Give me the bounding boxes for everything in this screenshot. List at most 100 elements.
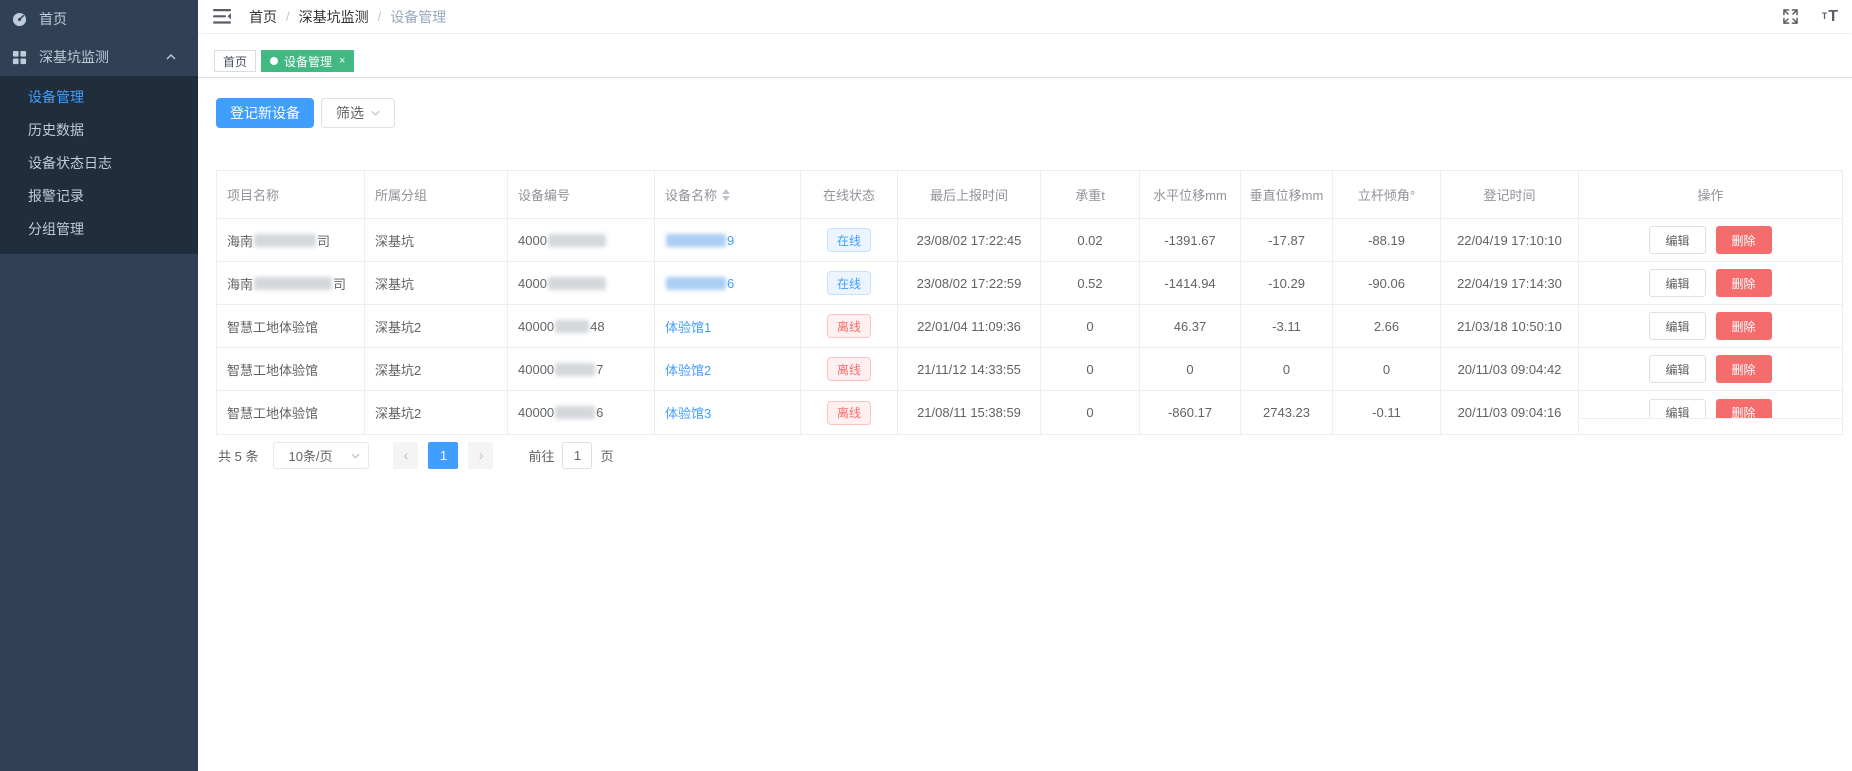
h_disp-cell[interactable]: -1391.67: [1140, 219, 1241, 262]
reg_time-cell[interactable]: 21/03/18 10:50:10: [1441, 305, 1579, 348]
pagination-total: 共 5 条: [218, 446, 258, 465]
device_name-cell[interactable]: 体验馆3: [655, 391, 801, 434]
h_disp-cell[interactable]: -1414.94: [1140, 262, 1241, 305]
sidebar-subitem[interactable]: 设备状态日志: [0, 147, 198, 180]
page-size-select[interactable]: 10条/页: [273, 442, 369, 469]
redacted-text: [548, 277, 606, 290]
group-cell[interactable]: 深基坑2: [365, 348, 508, 391]
status-cell: 离线: [801, 391, 898, 434]
v_disp-cell[interactable]: -3.11: [1241, 305, 1333, 348]
chevron-up-icon: [166, 54, 176, 60]
weight-cell[interactable]: 0.52: [1041, 262, 1140, 305]
register-device-button[interactable]: 登记新设备: [216, 98, 314, 128]
delete-button[interactable]: 删除: [1716, 226, 1772, 254]
device_no-cell: 400007: [508, 348, 655, 391]
filter-button[interactable]: 筛选: [321, 98, 395, 128]
last_report-cell[interactable]: 23/08/02 17:22:45: [898, 219, 1041, 262]
breadcrumb-pit-monitoring[interactable]: 深基坑监测: [299, 7, 369, 27]
last_report-cell[interactable]: 21/08/11 15:38:59: [898, 391, 1041, 434]
table-row: 海南司深基坑40006在线23/08/02 17:22:590.52-1414.…: [217, 262, 1842, 305]
weight-cell[interactable]: 0: [1041, 305, 1140, 348]
tilt-cell[interactable]: 2.66: [1333, 305, 1441, 348]
group-cell[interactable]: 深基坑: [365, 262, 508, 305]
h_disp-cell[interactable]: -860.17: [1140, 391, 1241, 434]
device_no-cell: 4000048: [508, 305, 655, 348]
tab-home[interactable]: 首页: [214, 50, 256, 72]
v_disp-cell[interactable]: -10.29: [1241, 262, 1333, 305]
weight-cell[interactable]: 0: [1041, 391, 1140, 434]
next-page-button[interactable]: ›: [468, 442, 493, 469]
chevron-down-icon: [351, 453, 360, 459]
table-scrollbar-gap: [1579, 418, 1842, 434]
breadcrumb: 首页 / 深基坑监测 / 设备管理: [249, 7, 446, 27]
tilt-cell[interactable]: -90.06: [1333, 262, 1441, 305]
sort-carets-icon[interactable]: [722, 189, 730, 201]
group-cell[interactable]: 深基坑2: [365, 305, 508, 348]
status-badge: 离线: [827, 401, 871, 425]
breadcrumb-current: 设备管理: [390, 7, 446, 27]
status-cell: 在线: [801, 262, 898, 305]
weight-cell[interactable]: 0.02: [1041, 219, 1140, 262]
delete-button[interactable]: 删除: [1716, 355, 1772, 383]
edit-button[interactable]: 编辑: [1649, 355, 1705, 383]
status-badge: 在线: [827, 228, 871, 252]
page-number-active[interactable]: 1: [428, 442, 458, 469]
sidebar-subitem[interactable]: 设备管理: [0, 81, 198, 114]
sidebar-item-pit-monitoring[interactable]: 深基坑监测: [0, 38, 198, 76]
redacted-text: [666, 277, 726, 290]
last_report-cell[interactable]: 23/08/02 17:22:59: [898, 262, 1041, 305]
table-row: 智慧工地体验馆深基坑24000048体验馆1离线22/01/04 11:09:3…: [217, 305, 1842, 348]
goto-unit-label: 页: [600, 446, 613, 465]
last_report-cell[interactable]: 21/11/12 14:33:55: [898, 348, 1041, 391]
sidebar-subitem[interactable]: 历史数据: [0, 114, 198, 147]
column-header[interactable]: 设备名称: [655, 171, 801, 219]
fullscreen-icon[interactable]: [1783, 9, 1798, 24]
delete-button[interactable]: 删除: [1716, 312, 1772, 340]
group-cell[interactable]: 深基坑: [365, 219, 508, 262]
reg_time-cell[interactable]: 22/04/19 17:10:10: [1441, 219, 1579, 262]
reg_time-cell[interactable]: 22/04/19 17:14:30: [1441, 262, 1579, 305]
weight-cell[interactable]: 0: [1041, 348, 1140, 391]
navbar-actions: TT: [1783, 9, 1839, 25]
h_disp-cell[interactable]: 0: [1140, 348, 1241, 391]
table-row: 智慧工地体验馆深基坑2400007体验馆2离线21/11/12 14:33:55…: [217, 348, 1842, 391]
device_name-cell[interactable]: 体验馆2: [655, 348, 801, 391]
edit-button[interactable]: 编辑: [1649, 269, 1705, 297]
group-cell[interactable]: 深基坑2: [365, 391, 508, 434]
font-size-icon[interactable]: TT: [1822, 9, 1839, 25]
page-size-value: 10条/页: [288, 446, 332, 465]
v_disp-cell[interactable]: 2743.23: [1241, 391, 1333, 434]
edit-button[interactable]: 编辑: [1649, 226, 1705, 254]
close-icon[interactable]: ×: [339, 56, 345, 67]
sidebar-subitem[interactable]: 分组管理: [0, 213, 198, 246]
goto-page-input[interactable]: [562, 442, 592, 469]
device_name-cell[interactable]: 6: [655, 262, 801, 305]
h_disp-cell[interactable]: 46.37: [1140, 305, 1241, 348]
sidebar-item-home[interactable]: 首页: [0, 0, 198, 38]
reg_time-cell[interactable]: 20/11/03 09:04:42: [1441, 348, 1579, 391]
hamburger-icon[interactable]: [213, 9, 233, 25]
device_name-cell[interactable]: 体验馆1: [655, 305, 801, 348]
edit-button[interactable]: 编辑: [1649, 312, 1705, 340]
tab-device-management[interactable]: 设备管理 ×: [261, 50, 354, 72]
device_no-cell: 400006: [508, 391, 655, 434]
v_disp-cell[interactable]: -17.87: [1241, 219, 1333, 262]
project-cell[interactable]: 智慧工地体验馆: [217, 348, 365, 391]
tilt-cell[interactable]: -88.19: [1333, 219, 1441, 262]
reg_time-cell[interactable]: 20/11/03 09:04:16: [1441, 391, 1579, 434]
device_name-cell[interactable]: 9: [655, 219, 801, 262]
tab-label: 首页: [223, 53, 247, 70]
tilt-cell[interactable]: 0: [1333, 348, 1441, 391]
breadcrumb-separator: /: [378, 9, 382, 24]
last_report-cell[interactable]: 22/01/04 11:09:36: [898, 305, 1041, 348]
breadcrumb-home[interactable]: 首页: [249, 7, 277, 27]
prev-page-button[interactable]: ‹: [393, 442, 418, 469]
dashboard-icon: [11, 11, 27, 27]
v_disp-cell[interactable]: 0: [1241, 348, 1333, 391]
project-cell[interactable]: 智慧工地体验馆: [217, 391, 365, 434]
tab-label: 设备管理: [284, 53, 332, 70]
sidebar-subitem[interactable]: 报警记录: [0, 180, 198, 213]
project-cell[interactable]: 智慧工地体验馆: [217, 305, 365, 348]
tilt-cell[interactable]: -0.11: [1333, 391, 1441, 434]
delete-button[interactable]: 删除: [1716, 269, 1772, 297]
